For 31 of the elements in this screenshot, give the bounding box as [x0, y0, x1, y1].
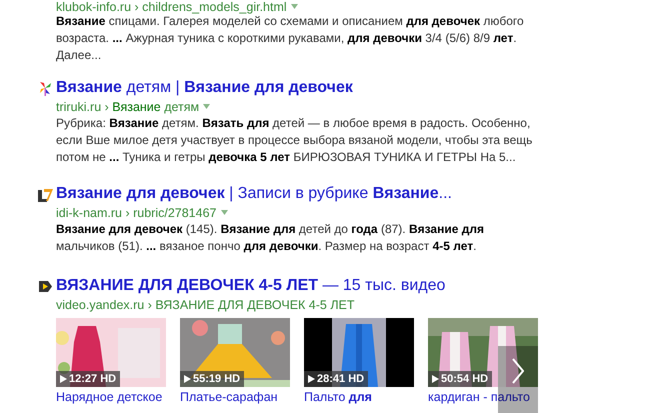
caret-icon[interactable] — [203, 104, 210, 109]
result-snippet: Рубрика: Вязание детям. Вязать для детей — в любое время в радость. Особенно, если Вше милое детя участвует в процессе выбора вязаной модели, чтобы эта вещь потом не ... Туника и гетры девочка 5 лет БИРЮЗОВАЯ ТУНИКА И ГЕТРЫ На 5... — [56, 115, 534, 166]
play-icon — [308, 375, 315, 383]
play-icon — [60, 375, 67, 383]
result-url-link[interactable]: triruki.ru › Вязание детям — [56, 100, 200, 114]
result-snippet: Вязание для девочек (145). Вязание для детей до года (87). Вязание для мальчиков (51). ... вязаное пончо для девочки. Размер на возраст 4-5 лет. — [56, 221, 485, 255]
pinwheel-icon — [38, 80, 53, 96]
result-url-link[interactable]: video.yandex.ru › ВЯЗАНИЕ ДЛЯ ДЕВОЧЕК 4-5 ЛЕТ — [56, 298, 354, 312]
caret-icon[interactable] — [220, 210, 228, 215]
result-url-link[interactable]: idi-k-nam.ru › rubric/2781467 — [56, 206, 216, 220]
video-thumbnail[interactable]: 50:54 HD — [428, 318, 538, 387]
result-snippet: Вязание спицами. Галерея моделей со схемами и описанием для девочек любого возраста. ... Ажурная туника с короткими рукавами, для девочки 3/4 (5/6) 8/9 лет. Далее... — [56, 14, 525, 64]
result-title-link[interactable]: ВЯЗАНИЕ ДЛЯ ДЕВОЧЕК 4-5 ЛЕТ — 15 тыс. видео — [56, 277, 446, 295]
video-thumbnail[interactable]: 55:19 HD — [180, 318, 290, 387]
duration-text: 55:19 HD — [193, 373, 240, 385]
result-title-link[interactable]: Вязание детям | Вязание для девочек — [56, 79, 353, 97]
duration-text: 28:41 HD — [317, 373, 364, 385]
video-caption-link[interactable]: Платье-сарафан — [180, 389, 278, 406]
video-thumbnail[interactable]: 12:27 HD — [56, 318, 166, 387]
video-caption-link[interactable]: Пальто для — [304, 389, 372, 406]
video-thumbnail[interactable]: 28:41 HD — [304, 318, 414, 387]
result-title-link[interactable]: Вязание для девочек | Записи в рубрике Вязание... — [56, 185, 452, 203]
duration-text: 50:54 HD — [441, 373, 488, 385]
chevron-right-icon — [512, 358, 524, 384]
play-icon — [184, 375, 191, 383]
play-logo-icon — [38, 278, 53, 294]
duration-text: 12:27 HD — [69, 373, 116, 385]
video-caption-link[interactable]: Нарядное детское — [56, 389, 162, 406]
result-url-link[interactable]: klubok-info.ru › childrens_models_gir.html — [56, 0, 287, 14]
caret-icon[interactable] — [290, 4, 298, 9]
logo-icon — [38, 186, 53, 202]
